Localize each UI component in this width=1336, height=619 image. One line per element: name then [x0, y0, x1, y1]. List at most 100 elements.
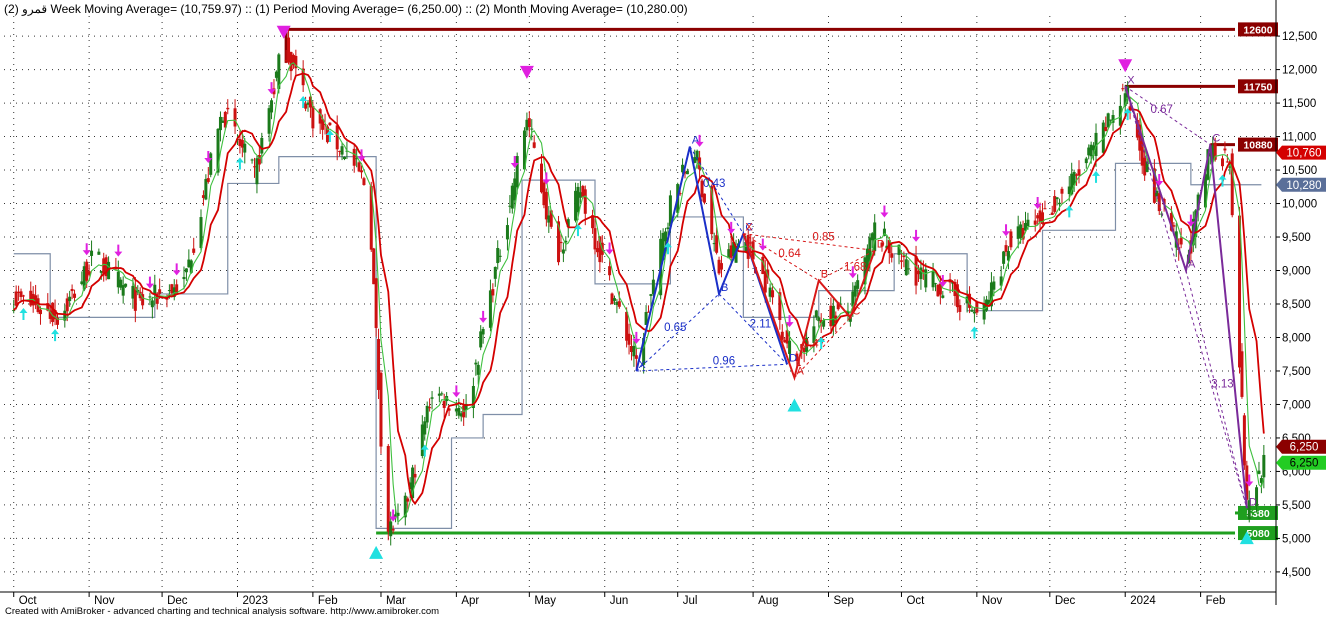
candle-body — [206, 178, 210, 182]
candle-body — [73, 293, 77, 298]
y-tick-label: 8,500 — [1282, 299, 1311, 311]
candle-body — [1240, 351, 1244, 397]
harmonic-ratio-label: 1.68 — [844, 262, 866, 274]
candle-body — [413, 473, 417, 478]
candle-body — [1004, 245, 1008, 252]
candle-body — [1172, 225, 1176, 227]
candle-body — [664, 231, 668, 242]
candle-body — [340, 146, 344, 155]
candle-body — [1084, 158, 1088, 164]
buy-arrow — [51, 329, 60, 342]
sell-arrow — [1002, 224, 1011, 237]
candle-body — [1242, 415, 1246, 466]
candle-body — [476, 364, 480, 375]
candle-body — [233, 108, 237, 127]
candle-body — [931, 271, 935, 288]
candle-body — [666, 227, 670, 230]
candle-body — [14, 291, 18, 306]
candle-body — [627, 333, 631, 345]
candle-body — [406, 498, 410, 502]
sell-arrow — [880, 205, 889, 218]
candle-body — [593, 228, 597, 250]
candle-body — [685, 170, 689, 175]
candle-body — [530, 128, 534, 130]
harmonic-ratio-label: 0.43 — [703, 178, 725, 190]
candle-body — [617, 301, 621, 307]
candle-body — [612, 298, 616, 301]
candle-body — [1009, 231, 1013, 248]
candle-body — [914, 256, 918, 286]
sell-arrow — [82, 243, 91, 256]
buy-arrow — [19, 308, 28, 321]
candle-body — [481, 329, 485, 335]
candle-body — [899, 260, 903, 262]
price-tag-label: 10,280 — [1286, 180, 1321, 192]
harmonic-ratio-label: 0.67 — [1150, 104, 1172, 116]
candle-body — [68, 296, 72, 302]
candle-body — [561, 249, 565, 254]
candle-body — [218, 116, 222, 131]
candle-body — [1060, 188, 1064, 194]
candle-body — [527, 118, 531, 128]
harmonic-point-label: X — [638, 359, 646, 371]
candle-body — [907, 268, 911, 270]
candle-body — [941, 295, 945, 298]
candle-body — [204, 178, 208, 200]
x-tick-label: Dec — [1055, 595, 1076, 607]
buy-arrow — [1092, 170, 1101, 183]
candle-body — [192, 248, 196, 253]
week-ma-line — [13, 62, 1265, 524]
y-tick-label: 5,500 — [1282, 500, 1311, 512]
x-tick-label: Nov — [982, 595, 1003, 607]
candle-body — [243, 143, 247, 153]
candle-body — [124, 283, 128, 287]
candle-body — [632, 345, 636, 357]
sell-arrow — [145, 276, 154, 289]
y-tick-label: 7,000 — [1282, 399, 1311, 411]
harmonic-point-label: B — [721, 282, 728, 294]
candle-body — [182, 276, 186, 280]
candle-body — [158, 289, 162, 294]
y-tick-label: 8,000 — [1282, 332, 1311, 344]
candle-body — [21, 295, 25, 297]
candle-body — [1077, 169, 1081, 176]
harmonic-ratio-label: 2.11 — [750, 318, 772, 330]
buy-triangle — [787, 398, 802, 412]
candle-body — [1026, 219, 1030, 227]
candle-body — [702, 193, 706, 203]
candle-body — [430, 397, 434, 399]
candle-body — [90, 250, 94, 256]
candle-body — [342, 156, 346, 160]
harmonic-ratio-label: 0.96 — [713, 355, 735, 367]
candle-body — [1223, 148, 1227, 151]
candle-body — [515, 156, 519, 188]
x-tick-label: Apr — [461, 595, 479, 607]
sell-arrow — [452, 385, 461, 398]
harmonic-point-label: D — [1249, 496, 1257, 508]
harmonic-point-label: B — [821, 269, 828, 281]
candle-body — [488, 290, 492, 328]
candle-body — [771, 290, 775, 298]
candle-body — [493, 266, 497, 279]
candle-body — [362, 178, 366, 185]
price-tag-label: 6,250 — [1290, 442, 1319, 454]
harmonic-ratio-label: 0.85 — [812, 231, 834, 243]
price-chart[interactable]: 12600117501088053805080 XABCD0.650.432.1… — [0, 0, 1336, 619]
y-tick-label: 4,500 — [1282, 567, 1311, 579]
footer-credit: Created with AmiBroker - advanced charti… — [5, 606, 440, 617]
candle-body — [1002, 251, 1006, 264]
candle-body — [442, 401, 446, 408]
candle-body — [184, 268, 188, 273]
level-label: 12600 — [1243, 24, 1272, 36]
harmonic-point-label: C — [1212, 133, 1220, 145]
candle-body — [360, 170, 364, 173]
candle-body — [719, 263, 723, 270]
candle-body — [1225, 161, 1229, 163]
candle-body — [715, 235, 719, 253]
candle-body — [924, 269, 928, 288]
y-tick-label: 10,500 — [1282, 165, 1317, 177]
harmonic-ratio-label: 0.64 — [778, 248, 801, 260]
candle-body — [992, 281, 996, 290]
harmonic-point-label: D — [877, 238, 885, 250]
candle-body — [374, 278, 378, 328]
